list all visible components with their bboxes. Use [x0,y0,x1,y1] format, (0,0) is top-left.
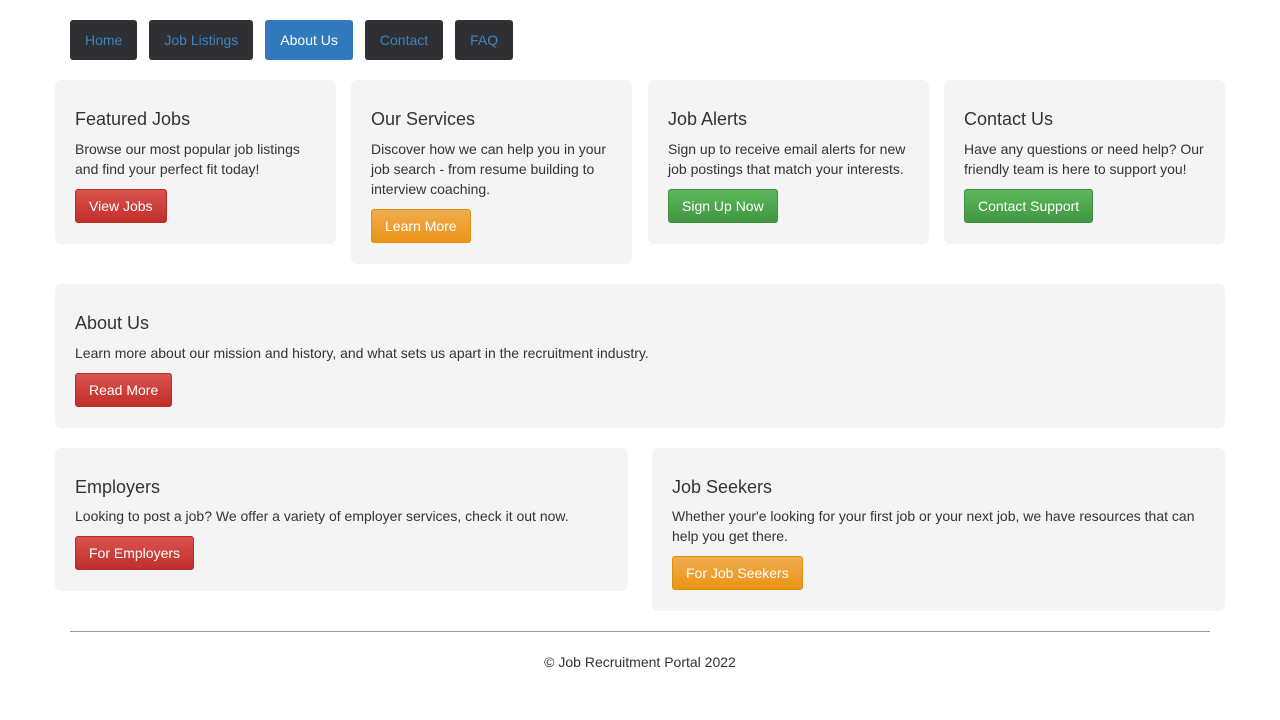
contact-support-button[interactable]: Contact Support [964,189,1094,223]
card-title: About Us [75,313,150,333]
featured-jobs-card: Featured Jobs Browse our most popular jo… [55,80,336,244]
footer-copyright: © Job Recruitment Portal 2022 [544,654,736,670]
page: Home Job Listings About Us Contact FAQ F… [0,0,1280,720]
job-alerts-card: Job Alerts Sign up to receive email aler… [648,80,929,244]
nav-contact[interactable]: Contact [364,20,444,60]
for-employers-button[interactable]: For Employers [75,536,195,570]
employers-card: Employers Looking to post a job? We offe… [55,448,628,591]
contact-us-card: Contact Us Have any questions or need he… [944,80,1225,244]
nav-about-us[interactable]: About Us [265,20,353,60]
read-more-button[interactable]: Read More [75,373,173,407]
nav-faq[interactable]: FAQ [455,20,514,60]
card-title: Job Seekers [672,477,773,497]
card-title: Our Services [371,109,476,129]
card-text: Discover how we can help you in your job… [371,141,607,197]
card-text: Learn more about our mission and history… [75,345,649,361]
view-jobs-button[interactable]: View Jobs [75,189,167,223]
card-text: Sign up to receive email alerts for new … [668,141,906,177]
our-services-card: Our Services Discover how we can help yo… [351,80,632,264]
card-title: Featured Jobs [75,109,191,129]
nav-home[interactable]: Home [70,20,138,60]
for-job-seekers-button[interactable]: For Job Seekers [672,556,803,590]
card-text: Whether your'e looking for your first jo… [672,508,1195,544]
card-text: Looking to post a job? We offer a variet… [75,508,569,524]
main-nav: Home Job Listings About Us Contact FAQ [70,20,514,60]
footer-divider [70,631,1210,632]
card-text: Browse our most popular job listings and… [75,141,300,177]
nav-job-listings[interactable]: Job Listings [149,20,254,60]
about-us-card: About Us Learn more about our mission an… [55,284,1225,428]
card-title: Job Alerts [668,109,748,129]
card-title: Contact Us [964,109,1054,129]
card-text: Have any questions or need help? Our fri… [964,141,1204,177]
sign-up-now-button[interactable]: Sign Up Now [668,189,778,223]
learn-more-button[interactable]: Learn More [371,209,471,243]
job-seekers-card: Job Seekers Whether your'e looking for y… [652,448,1225,611]
card-title: Employers [75,477,161,497]
